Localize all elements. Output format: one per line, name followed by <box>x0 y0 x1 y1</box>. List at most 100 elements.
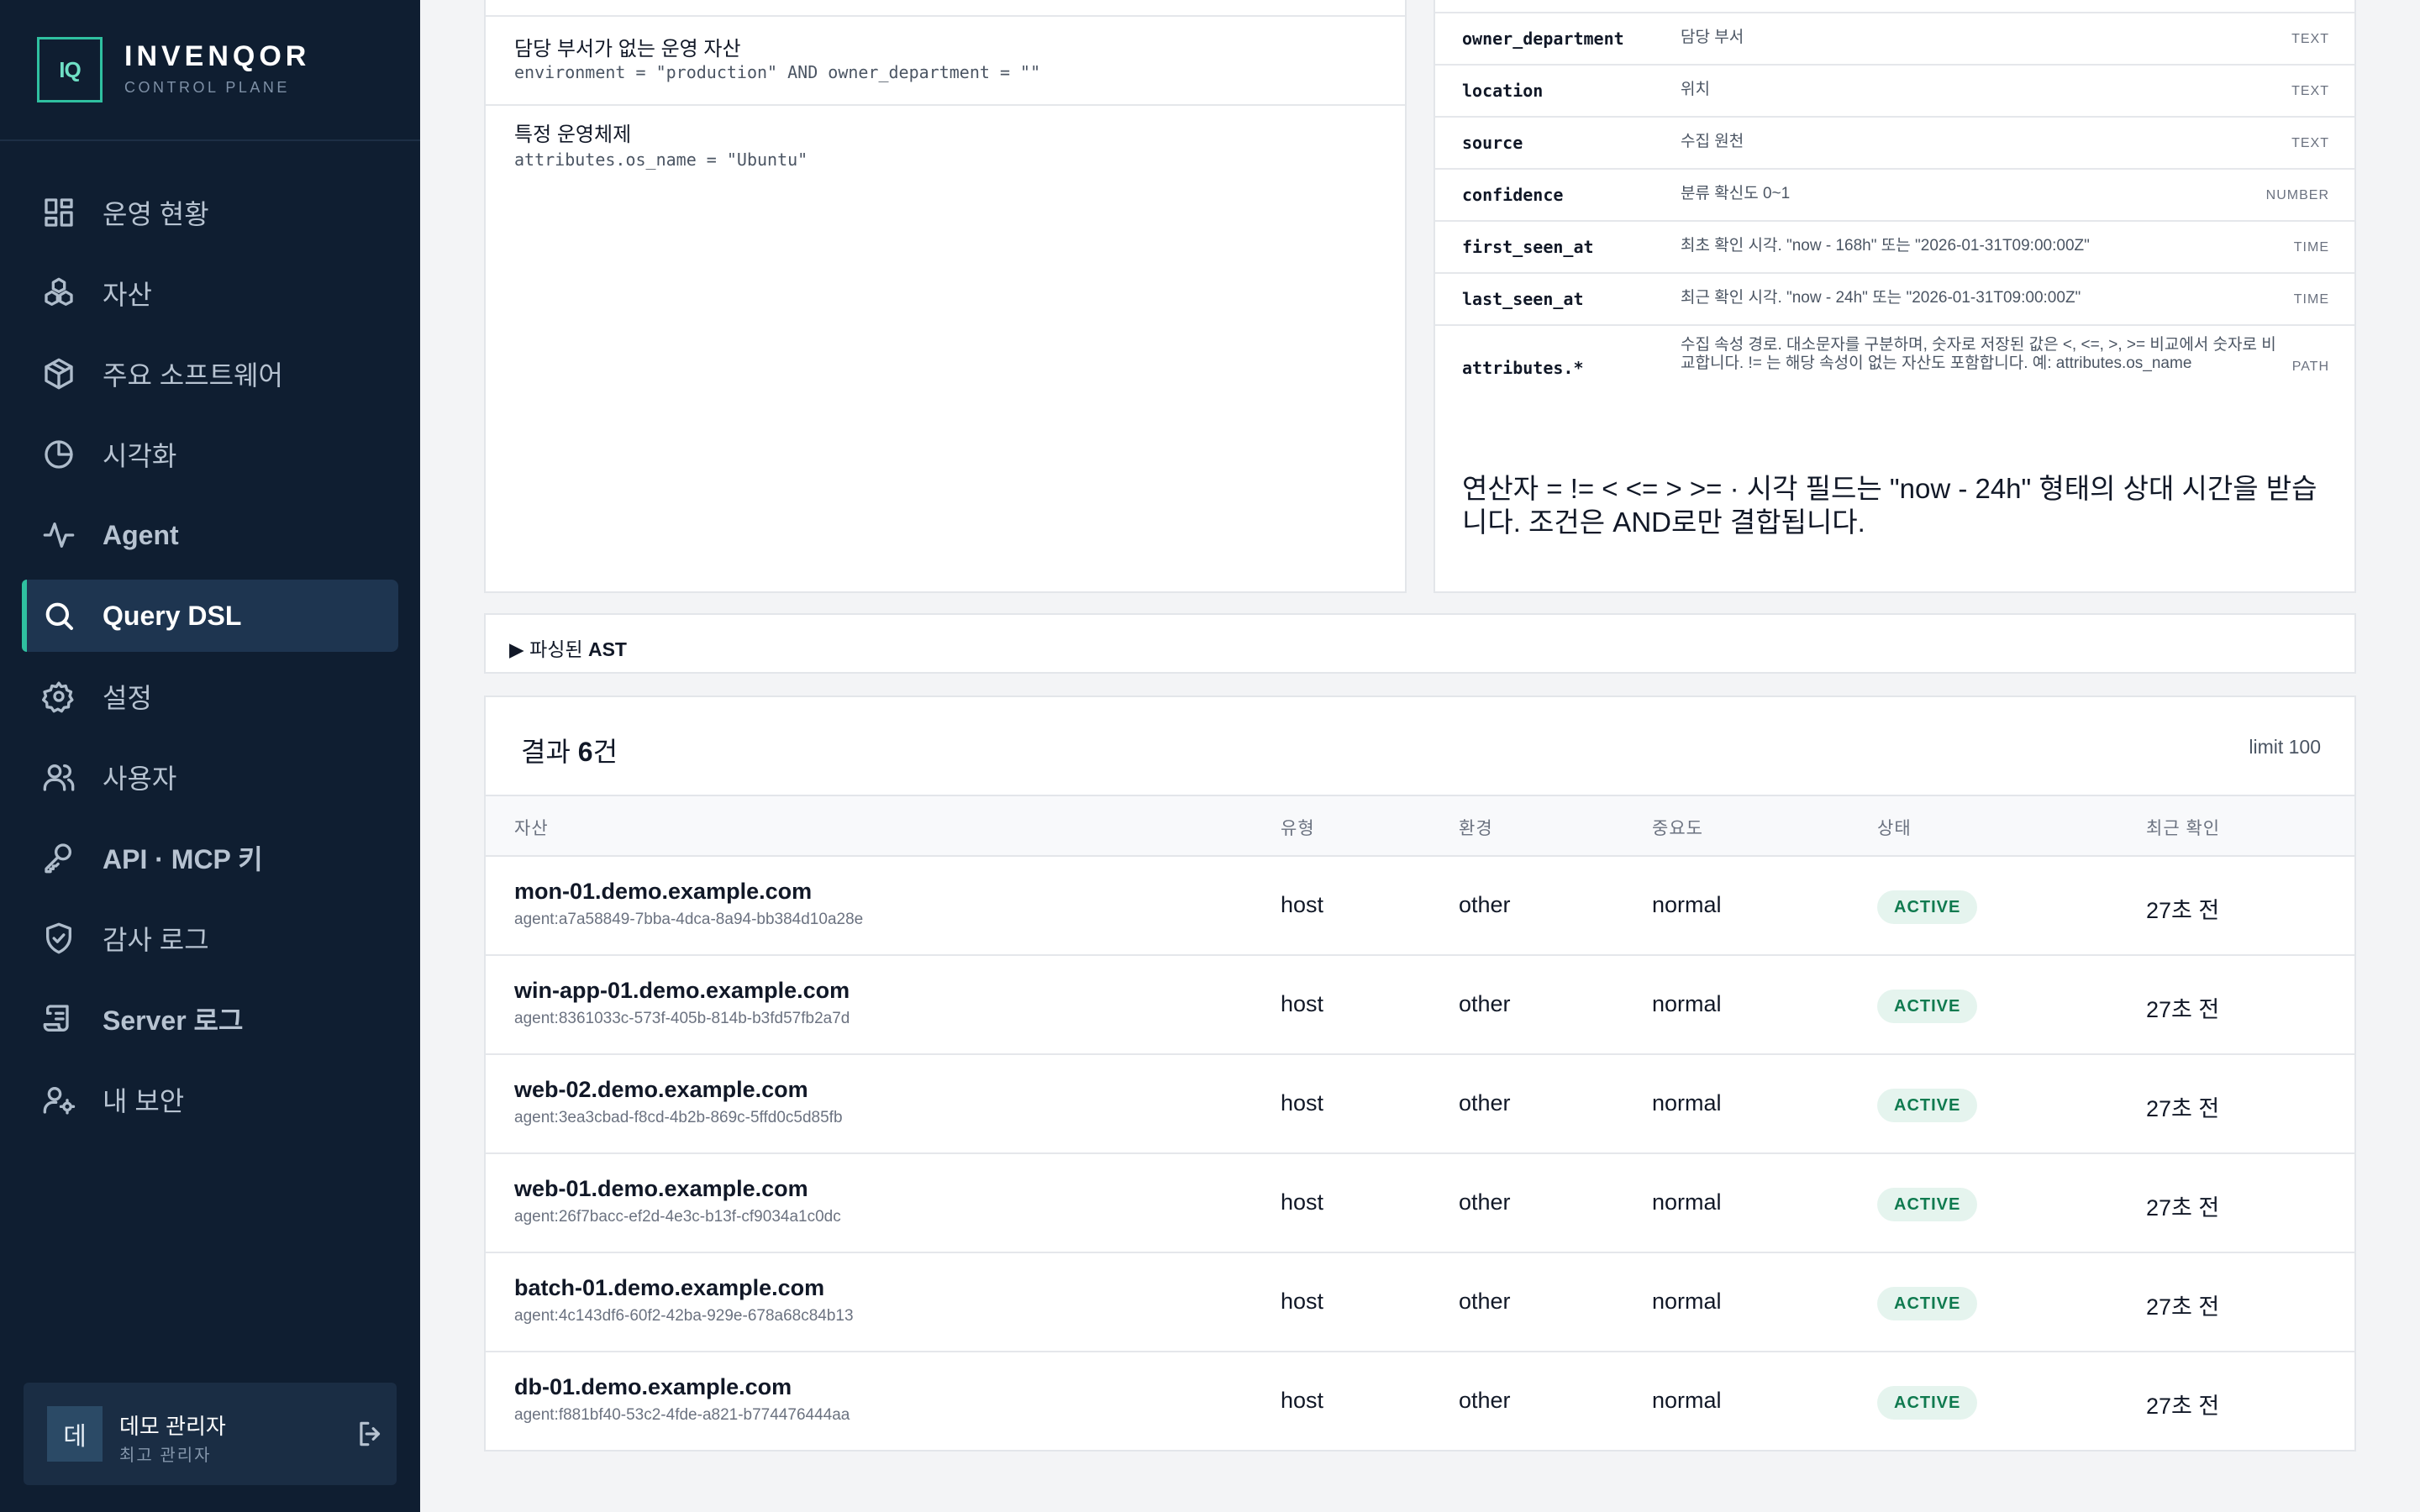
status-badge: ACTIVE <box>1877 1386 1978 1420</box>
user-card: 데 데모 관리자 최고 관리자 <box>24 1383 397 1485</box>
asset-type: host <box>1281 892 1324 917</box>
field-key: owner_department <box>1462 29 1624 49</box>
asset-hostname[interactable]: web-01.demo.example.com <box>514 1176 808 1202</box>
sidebar-item-dashboard[interactable]: 운영 현황 <box>22 176 398 249</box>
column-environment[interactable]: 환경 <box>1459 815 1493 840</box>
asset-hostname[interactable]: batch-01.demo.example.com <box>514 1275 824 1301</box>
column-asset[interactable]: 자산 <box>514 815 549 840</box>
table-row[interactable]: web-01.demo.example.com agent:26f7bacc-e… <box>486 1154 2354 1253</box>
table-row[interactable]: db-01.demo.example.com agent:f881bf40-53… <box>486 1352 2354 1452</box>
sidebar-item-settings[interactable]: 설정 <box>22 660 398 732</box>
sidebar-item-server-log[interactable]: Server 로그 <box>22 983 398 1055</box>
field-row: confidence 분류 확신도 0~1 NUMBER <box>1435 170 2354 222</box>
example-item[interactable]: 담당 부서가 없는 운영 자산 environment = "productio… <box>486 17 1405 106</box>
field-type: TIME <box>2293 292 2329 307</box>
asset-criticality: normal <box>1652 1388 1722 1413</box>
field-type: TEXT <box>2291 84 2329 98</box>
field-desc: 수집 원천 <box>1681 133 1744 150</box>
sidebar-item-my-security[interactable]: 내 보안 <box>22 1063 398 1136</box>
field-type: PATH <box>2291 360 2329 374</box>
asset-last-seen: 27초 전 <box>2146 1294 2220 1320</box>
sidebar-item-label: Agent <box>103 519 179 550</box>
field-key: first_seen_at <box>1462 237 1594 257</box>
asset-hostname[interactable]: web-02.demo.example.com <box>514 1077 808 1103</box>
status-badge: ACTIVE <box>1877 990 1978 1023</box>
field-row: first_seen_at 최초 확인 시각. "now - 168h" 또는 … <box>1435 222 2354 274</box>
brand-logo[interactable]: IQ <box>37 37 103 102</box>
sidebar-item-label: 운영 현황 <box>103 199 209 229</box>
asset-hostname[interactable]: db-01.demo.example.com <box>514 1374 792 1400</box>
sidebar-item-label: Query DSL <box>103 600 242 631</box>
brand-name: INVENQOR <box>124 40 311 72</box>
asset-criticality: normal <box>1652 892 1722 917</box>
example-item[interactable]: 특정 운영체제 attributes.os_name = "Ubuntu" <box>486 108 1405 197</box>
asset-last-seen: 27초 전 <box>2146 1096 2220 1121</box>
asset-agent-id: agent:f881bf40-53c2-4fde-a821-b774476444… <box>514 1406 850 1424</box>
logout-button[interactable] <box>355 1418 387 1450</box>
sidebar-item-agent[interactable]: Agent <box>22 499 398 571</box>
field-key: source <box>1462 133 1523 153</box>
column-last-seen[interactable]: 최근 확인 <box>2146 815 2220 840</box>
asset-last-seen: 27초 전 <box>2146 1195 2220 1221</box>
asset-agent-id: agent:a7a58849-7bba-4dca-8a94-bb384d10a2… <box>514 911 864 928</box>
status-badge: ACTIVE <box>1877 890 1978 924</box>
sidebar-item-assets[interactable]: 자산 <box>22 257 398 329</box>
example-code: environment = "production" AND owner_dep… <box>514 62 1041 82</box>
table-row[interactable]: mon-01.demo.example.com agent:a7a58849-7… <box>486 857 2354 956</box>
sidebar-item-label: 설정 <box>103 683 152 713</box>
field-reference-panel: owner_department 담당 부서 TEXT location 위치 … <box>1434 0 2356 593</box>
sidebar-item-users[interactable]: 사용자 <box>22 741 398 813</box>
activity-icon <box>42 518 76 552</box>
column-criticality[interactable]: 중요도 <box>1652 815 1703 840</box>
sidebar-item-label: 주요 소프트웨어 <box>103 360 283 391</box>
sidebar-nav: 운영 현황 자산 주요 소프트웨어 시각화 Agent Query DSL 설정… <box>22 176 398 1144</box>
table-row[interactable]: batch-01.demo.example.com agent:4c143df6… <box>486 1253 2354 1352</box>
avatar: 데 <box>47 1406 103 1462</box>
sidebar-item-query-dsl[interactable]: Query DSL <box>22 580 398 652</box>
field-row: attributes.* 수집 속성 경로. 대소문자를 구분하며, 숫자로 저… <box>1435 326 2354 407</box>
column-status[interactable]: 상태 <box>1877 815 1912 840</box>
status-badge: ACTIVE <box>1877 1287 1978 1320</box>
sidebar-item-label: 시각화 <box>103 441 177 471</box>
sidebar-item-audit-log[interactable]: 감사 로그 <box>22 902 398 974</box>
asset-hostname[interactable]: win-app-01.demo.example.com <box>514 978 850 1004</box>
sidebar-item-label: Server 로그 <box>103 1005 244 1036</box>
column-type[interactable]: 유형 <box>1281 815 1315 840</box>
asset-agent-id: agent:26f7bacc-ef2d-4e3c-b13f-cf9034a1c0… <box>514 1208 841 1226</box>
field-type: TEXT <box>2291 136 2329 150</box>
field-row <box>1435 0 2354 13</box>
parsed-ast-toggle[interactable]: ▶ 파싱된 AST <box>484 613 2356 674</box>
user-role: 최고 관리자 <box>119 1446 212 1465</box>
key-icon <box>42 841 76 874</box>
field-desc: 최초 확인 시각. "now - 168h" 또는 "2026-01-31T09… <box>1681 237 2090 255</box>
field-row: owner_department 담당 부서 TEXT <box>1435 13 2354 66</box>
field-desc: 수집 속성 경로. 대소문자를 구분하며, 숫자로 저장된 값은 <, <=, … <box>1681 336 2276 372</box>
asset-type: host <box>1281 1388 1324 1413</box>
sidebar-item-software[interactable]: 주요 소프트웨어 <box>22 338 398 410</box>
asset-agent-id: agent:4c143df6-60f2-42ba-929e-678a68c84b… <box>514 1307 854 1325</box>
table-row[interactable]: win-app-01.demo.example.com agent:836103… <box>486 956 2354 1055</box>
field-row: location 위치 TEXT <box>1435 66 2354 118</box>
asset-type: host <box>1281 1189 1324 1215</box>
asset-criticality: normal <box>1652 1289 1722 1314</box>
asset-agent-id: agent:3ea3cbad-f8cd-4b2b-869c-5ffd0c5d85… <box>514 1109 843 1126</box>
pie-chart-icon <box>42 438 76 471</box>
asset-criticality: normal <box>1652 1090 1722 1116</box>
sidebar-item-visualization[interactable]: 시각화 <box>22 418 398 491</box>
sidebar-item-label: 내 보안 <box>103 1086 185 1116</box>
example-title: 특정 운영체제 <box>514 123 632 146</box>
asset-type: host <box>1281 1090 1324 1116</box>
field-desc: 담당 부서 <box>1681 29 1744 46</box>
asset-last-seen: 27초 전 <box>2146 898 2220 923</box>
results-panel: 결과 6건 limit 100 자산 유형 환경 중요도 상태 최근 확인 mo… <box>484 696 2356 1452</box>
asset-hostname[interactable]: mon-01.demo.example.com <box>514 879 812 905</box>
asset-type: host <box>1281 1289 1324 1314</box>
sidebar-item-api-keys[interactable]: API · MCP 키 <box>22 822 398 894</box>
table-row[interactable]: web-02.demo.example.com agent:3ea3cbad-f… <box>486 1055 2354 1154</box>
table-header: 자산 유형 환경 중요도 상태 최근 확인 <box>486 795 2354 857</box>
field-desc: 위치 <box>1681 81 1710 98</box>
example-title: 담당 부서가 없는 운영 자산 <box>514 38 741 60</box>
field-key: confidence <box>1462 185 1564 205</box>
field-key: location <box>1462 81 1544 101</box>
asset-agent-id: agent:8361033c-573f-405b-814b-b3fd57fb2a… <box>514 1010 850 1027</box>
